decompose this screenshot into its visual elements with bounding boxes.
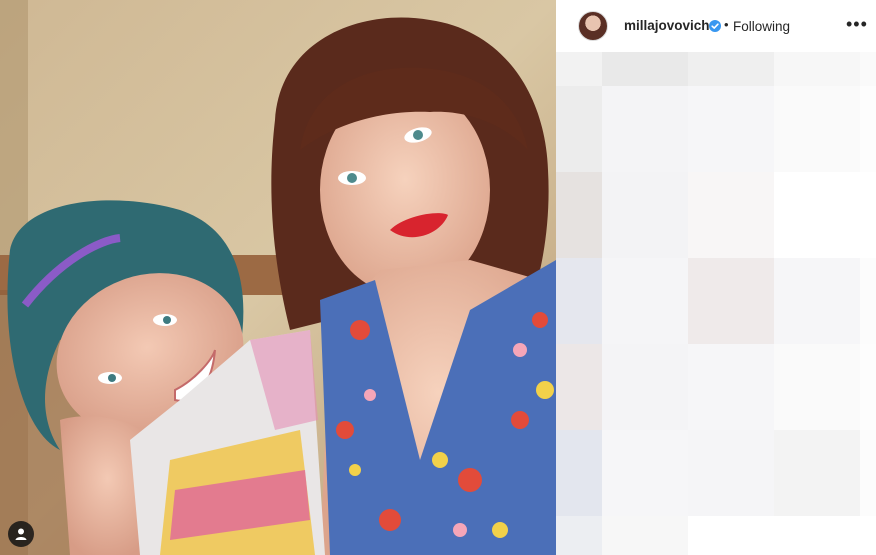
- blurred-tile: [688, 86, 774, 172]
- blurred-tile: [556, 430, 602, 516]
- blurred-tile: [774, 430, 860, 516]
- blurred-tile: [602, 86, 688, 172]
- blurred-tile: [556, 258, 602, 344]
- blurred-tile: [860, 344, 876, 430]
- blurred-tile: [602, 258, 688, 344]
- blurred-tile: [602, 344, 688, 430]
- blurred-tile: [860, 430, 876, 516]
- photo-illustration: [0, 0, 556, 555]
- blurred-tile: [688, 52, 774, 86]
- blurred-comments-area: [556, 52, 876, 555]
- blurred-tile: [860, 86, 876, 172]
- blurred-tile: [688, 430, 774, 516]
- blurred-tile: [774, 86, 860, 172]
- user-tag-icon[interactable]: [8, 521, 34, 547]
- avatar[interactable]: [578, 11, 608, 41]
- blurred-tile: [688, 258, 774, 344]
- blurred-tile: [602, 430, 688, 516]
- header-separator: •: [724, 17, 729, 32]
- blurred-tile: [556, 516, 602, 555]
- blurred-tile: [688, 172, 774, 258]
- username-link[interactable]: millajovovich: [624, 18, 710, 33]
- more-options-icon[interactable]: •••: [846, 14, 868, 35]
- post-photo[interactable]: [0, 0, 556, 555]
- blurred-tile: [860, 258, 876, 344]
- blurred-tile: [556, 172, 602, 258]
- blurred-tile: [602, 172, 688, 258]
- blurred-tile: [860, 52, 876, 86]
- blurred-tile: [774, 52, 860, 86]
- following-button[interactable]: Following: [733, 19, 790, 34]
- blurred-tile: [860, 516, 876, 555]
- blurred-tile: [688, 344, 774, 430]
- blurred-tile: [774, 516, 860, 555]
- blurred-tile: [556, 344, 602, 430]
- post-side-panel: millajovovich • Following •••: [556, 0, 876, 555]
- person-glyph: [15, 528, 27, 540]
- post-header: millajovovich • Following •••: [556, 0, 876, 52]
- blurred-tile: [860, 172, 876, 258]
- verified-badge-icon: [709, 20, 721, 32]
- blurred-tile: [602, 516, 688, 555]
- blurred-tile: [774, 344, 860, 430]
- blurred-tile: [774, 258, 860, 344]
- blurred-tile: [774, 172, 860, 258]
- blurred-tile: [556, 86, 602, 172]
- blurred-tile: [688, 516, 774, 555]
- blurred-tile: [556, 52, 602, 86]
- blurred-tile: [602, 52, 688, 86]
